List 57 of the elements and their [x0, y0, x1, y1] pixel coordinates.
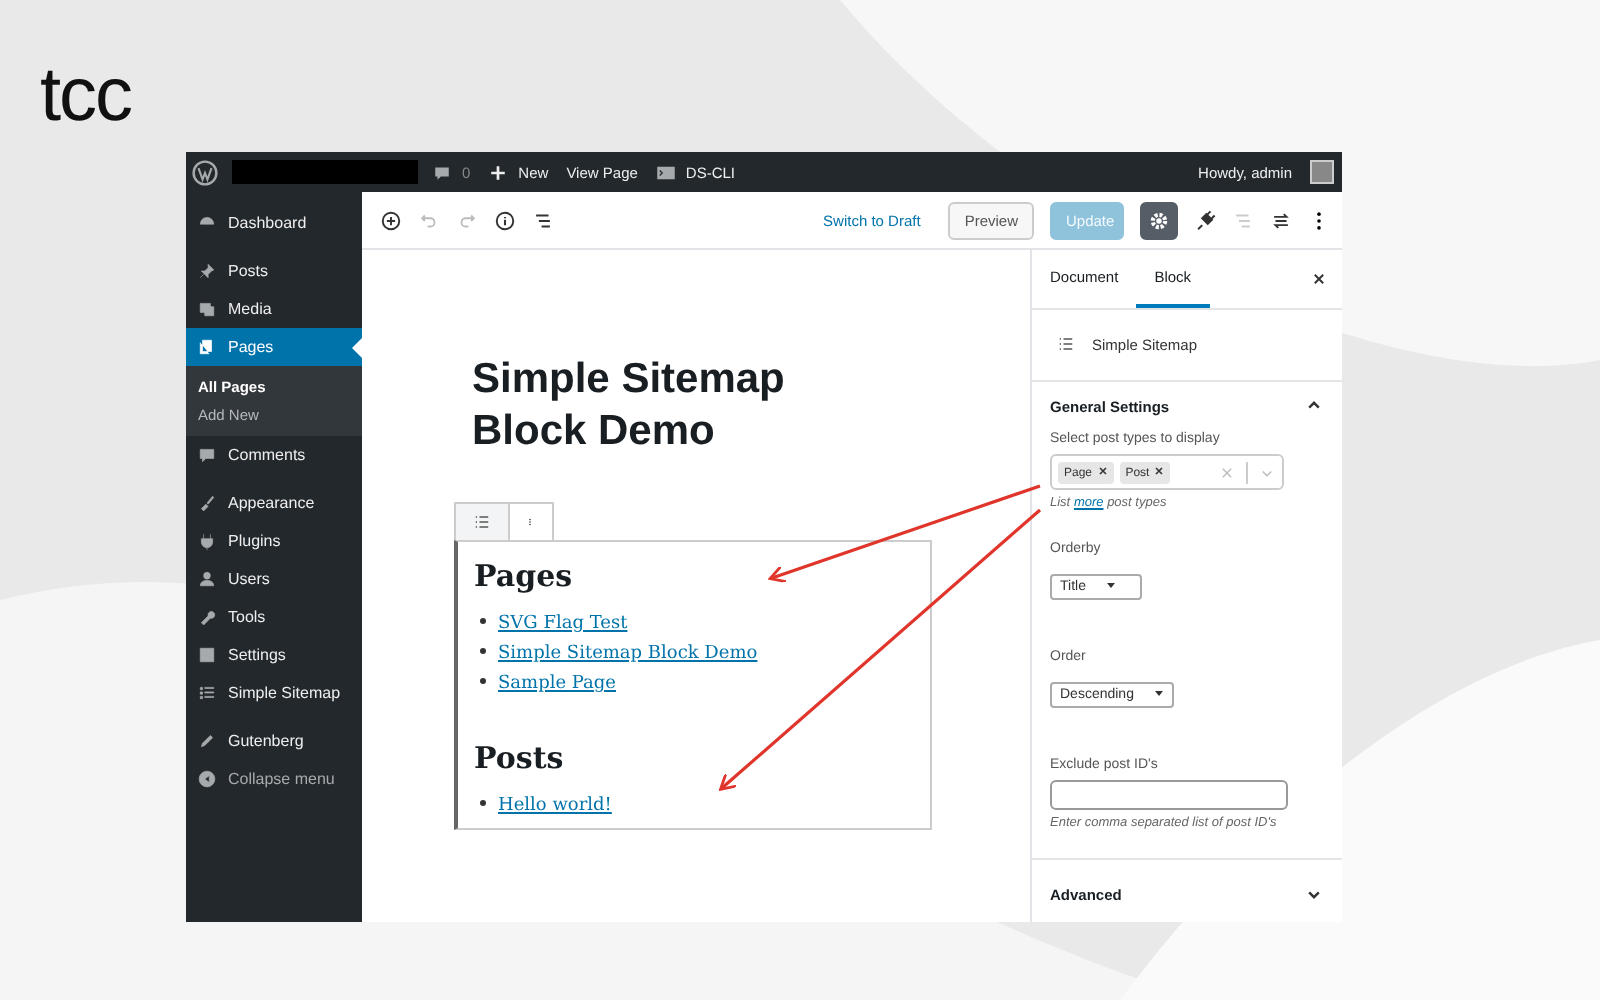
plus-icon[interactable] — [488, 163, 509, 181]
post-title[interactable]: Simple Sitemap Block Demo — [472, 354, 872, 458]
section-heading: Pages — [474, 558, 575, 594]
wordpress-logo-icon[interactable] — [192, 159, 218, 185]
dropdown-arrow-icon — [1153, 688, 1164, 699]
plug-icon — [198, 532, 216, 550]
exclude-ids-field[interactable] — [1050, 780, 1288, 811]
close-icon[interactable] — [1312, 272, 1326, 286]
sitemap-link[interactable]: Simple Sitemap Block Demo — [498, 644, 758, 664]
sitemap-link[interactable]: Hello world! — [498, 796, 612, 816]
sidebar-item[interactable]: Settings — [186, 636, 362, 674]
speech-bubble-icon[interactable] — [432, 163, 452, 181]
gear-icon — [1148, 209, 1170, 231]
section-heading: Posts — [474, 740, 566, 776]
remove-icon[interactable] — [1097, 465, 1108, 476]
add-block-icon[interactable] — [380, 209, 402, 231]
pencil-icon — [198, 732, 216, 750]
bullet-icon — [480, 800, 486, 807]
sidebar-item[interactable]: Media — [186, 290, 362, 328]
collapse-icon — [198, 770, 216, 788]
remove-icon[interactable] — [1154, 465, 1165, 476]
sidebar-item[interactable]: Appearance — [186, 484, 362, 522]
swap-icon[interactable] — [1270, 209, 1292, 231]
bullet-icon — [480, 648, 486, 655]
outline-icon[interactable] — [532, 209, 554, 231]
terminal-icon[interactable] — [655, 163, 676, 181]
plug-icon[interactable] — [1194, 209, 1216, 231]
settings-button[interactable] — [1140, 201, 1178, 239]
sidebar-item[interactable]: Collapse menu — [186, 760, 362, 798]
sidebar-item[interactable]: Pages — [186, 328, 362, 366]
dropdown-arrow-icon — [1105, 580, 1116, 591]
list-icon — [1056, 334, 1076, 355]
speech-bubble-icon — [198, 446, 216, 464]
logo: tcc — [40, 52, 132, 140]
sitemap-block[interactable]: Pages SVG Flag Test Simple Sitemap Block Demo Sample Page Posts Hello world! — [454, 540, 932, 830]
bullet-icon — [480, 678, 486, 685]
sidebar-item[interactable]: Plugins — [186, 522, 362, 560]
bullet-icon — [480, 618, 486, 625]
pin-icon — [198, 262, 216, 280]
brush-icon — [198, 494, 216, 512]
sitemap-link[interactable]: SVG Flag Test — [498, 614, 628, 634]
sidebar-item[interactable]: Tools — [186, 598, 362, 636]
sidebar-item[interactable]: Posts — [186, 252, 362, 290]
sidebar-item[interactable]: Gutenberg — [186, 722, 362, 760]
info-icon[interactable] — [494, 209, 516, 231]
sitemap-link[interactable]: Sample Page — [498, 674, 616, 694]
chevron-icon — [1306, 886, 1322, 903]
list-icon — [198, 684, 216, 702]
wrench-icon — [198, 608, 216, 626]
sidebar-item[interactable]: Simple Sitemap — [186, 674, 362, 712]
list-icon[interactable] — [456, 504, 510, 540]
media-icon — [198, 300, 216, 318]
pages-icon — [198, 338, 216, 356]
user-icon — [198, 570, 216, 588]
sidebar-item[interactable]: Users — [186, 560, 362, 598]
sidebar-item[interactable]: Dashboard — [186, 204, 362, 242]
sidebar-item[interactable]: Comments — [186, 436, 362, 474]
